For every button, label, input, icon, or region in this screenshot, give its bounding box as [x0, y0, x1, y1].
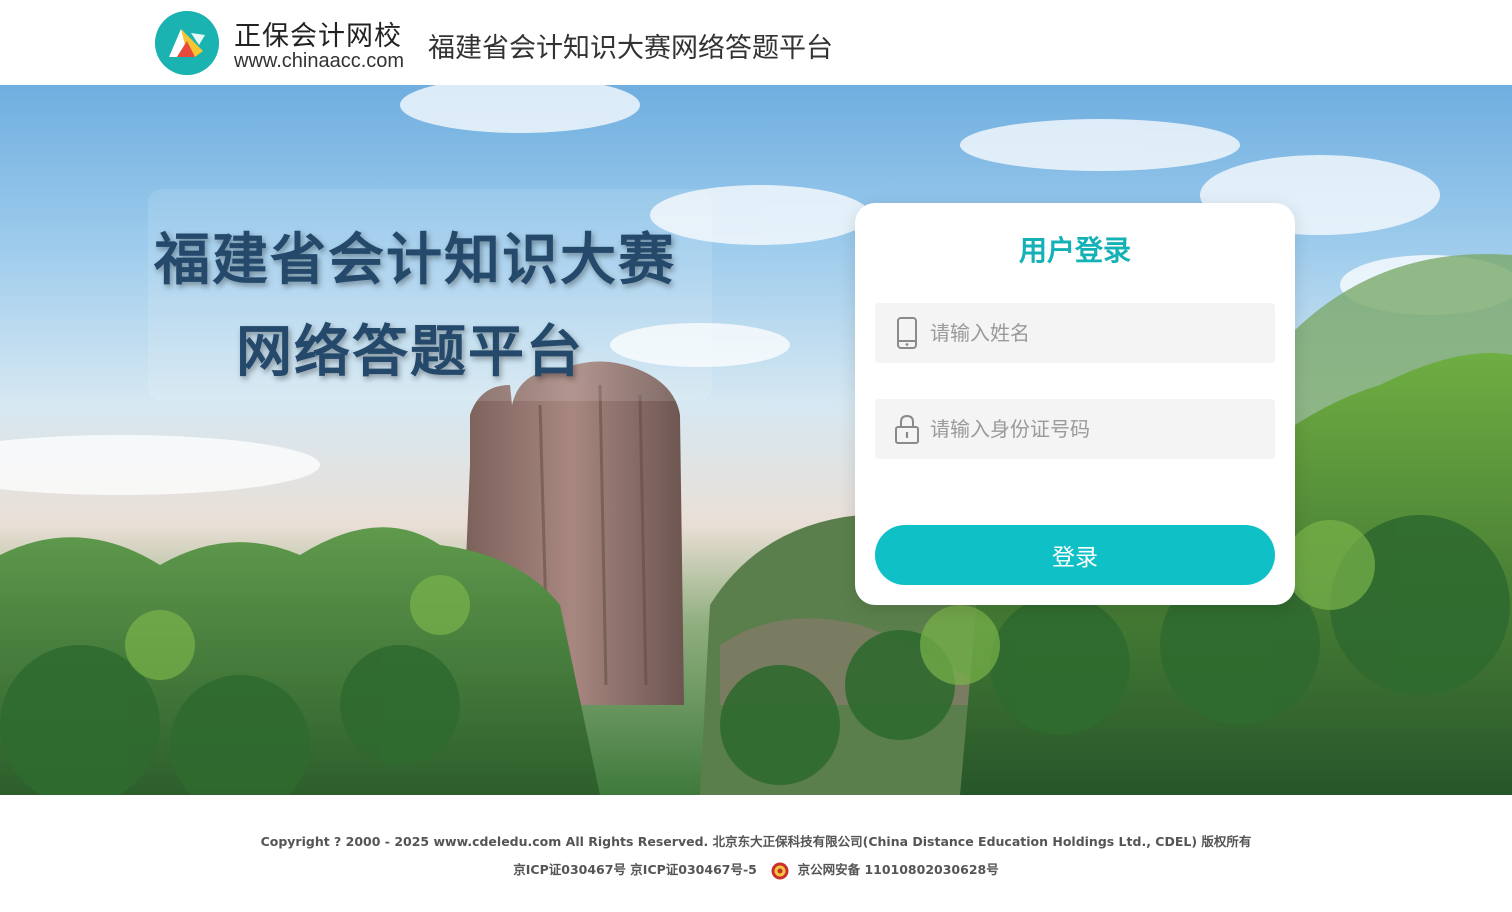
footer-copyright: Copyright ? 2000 - 2025 www.cdeledu.com …	[260, 834, 1252, 849]
logo-url[interactable]: www.chinaacc.com	[234, 50, 404, 73]
hero-title-line2: 网络答题平台	[236, 320, 584, 385]
hero-banner: 福建省会计知识大赛 网络答题平台 用户登录 请输入姓名 请输入身份证号码 登录	[0, 85, 1512, 795]
hero-title-line1: 福建省会计知识大赛	[154, 228, 676, 293]
id-number-field[interactable]	[875, 399, 1275, 459]
site-header: 正保会计网校 www.chinaacc.com 福建省会计知识大赛网络答题平台	[0, 0, 1512, 85]
police-badge-icon	[771, 862, 789, 880]
header-title: 福建省会计知识大赛网络答题平台	[428, 33, 833, 64]
login-card: 用户登录 登录	[855, 203, 1295, 605]
login-title: 用户登录	[1018, 234, 1131, 267]
mobile-phone-icon	[893, 317, 921, 349]
lock-icon	[893, 413, 921, 445]
name-field[interactable]	[875, 303, 1275, 363]
id-number-input[interactable]	[930, 399, 1260, 459]
footer-icp[interactable]: 京ICP证030467号 京ICP证030467号-5	[513, 862, 757, 877]
site-footer: Copyright ? 2000 - 2025 www.cdeledu.com …	[0, 795, 1512, 912]
chinaacc-logo-icon[interactable]	[155, 11, 219, 75]
name-input[interactable]	[930, 303, 1260, 363]
footer-registration: 京ICP证030467号 京ICP证030467号-5 京公网安备 110108…	[0, 859, 1512, 880]
login-button[interactable]: 登录	[875, 525, 1275, 585]
footer-police-record[interactable]: 京公网安备 11010802030628号	[798, 862, 999, 877]
logo-name[interactable]: 正保会计网校	[234, 14, 402, 53]
